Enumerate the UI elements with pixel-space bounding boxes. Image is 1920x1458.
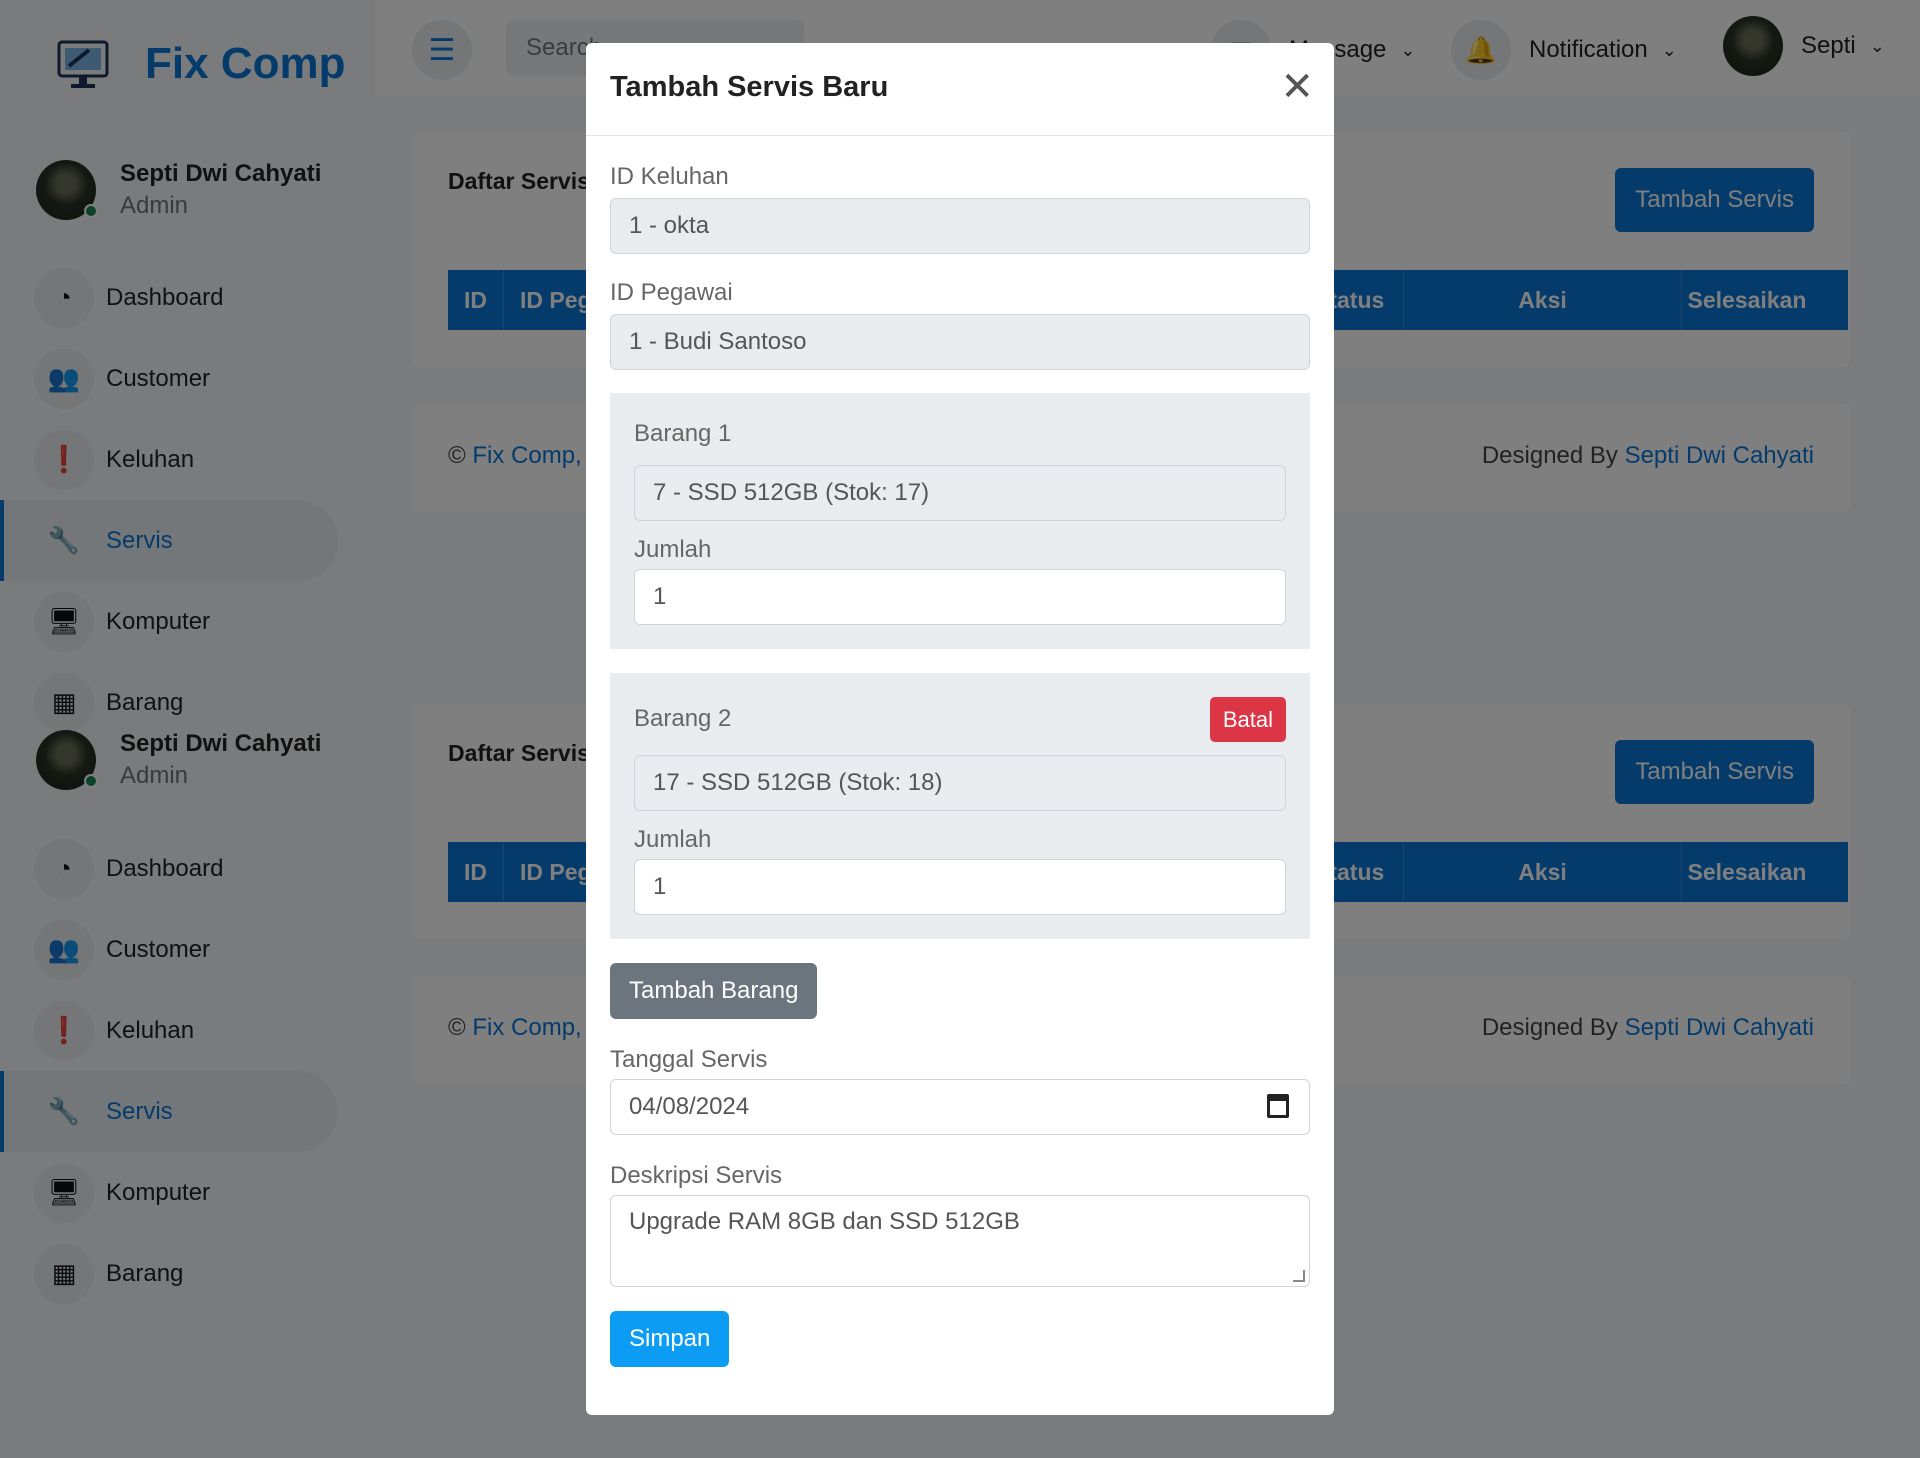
id-keluhan-label: ID Keluhan <box>610 163 729 190</box>
id-pegawai-select[interactable]: 1 - Budi Santoso <box>610 314 1310 370</box>
modal-header: Tambah Servis Baru ✕ <box>586 43 1334 136</box>
tambah-barang-button[interactable]: Tambah Barang <box>610 963 818 1019</box>
jumlah-label: Jumlah <box>634 826 712 853</box>
tanggal-servis-input[interactable]: 04/08/2024 <box>610 1079 1310 1135</box>
jumlah-input[interactable]: 1 <box>634 859 1286 915</box>
calendar-icon[interactable] <box>1267 1094 1289 1118</box>
resize-handle-icon[interactable] <box>1293 1270 1305 1282</box>
close-icon[interactable]: ✕ <box>1280 67 1314 107</box>
barang-select[interactable]: 7 - SSD 512GB (Stok: 17) <box>634 465 1286 521</box>
barang-label: Barang 1 <box>634 420 732 447</box>
deskripsi-value: Upgrade RAM 8GB dan SSD 512GB <box>629 1208 1020 1235</box>
tanggal-value: 04/08/2024 <box>629 1093 750 1120</box>
deskripsi-servis-textarea[interactable]: Upgrade RAM 8GB dan SSD 512GB <box>610 1195 1310 1287</box>
jumlah-input[interactable]: 1 <box>634 569 1286 625</box>
simpan-button[interactable]: Simpan <box>610 1311 730 1367</box>
barang-item-1: Barang 1 7 - SSD 512GB (Stok: 17) Jumlah… <box>610 393 1310 649</box>
id-pegawai-label: ID Pegawai <box>610 279 733 306</box>
barang-item-2: Barang 2 Batal 17 - SSD 512GB (Stok: 18)… <box>610 673 1310 939</box>
barang-select[interactable]: 17 - SSD 512GB (Stok: 18) <box>634 755 1286 811</box>
tambah-servis-modal: Tambah Servis Baru ✕ ID Keluhan 1 - okta… <box>586 43 1334 1415</box>
modal-title: Tambah Servis Baru <box>610 71 889 103</box>
id-keluhan-select[interactable]: 1 - okta <box>610 198 1310 254</box>
tanggal-servis-label: Tanggal Servis <box>610 1046 768 1073</box>
deskripsi-servis-label: Deskripsi Servis <box>610 1162 783 1189</box>
jumlah-label: Jumlah <box>634 536 712 563</box>
batal-button[interactable]: Batal <box>1209 697 1286 742</box>
barang-label: Barang 2 <box>634 705 732 732</box>
